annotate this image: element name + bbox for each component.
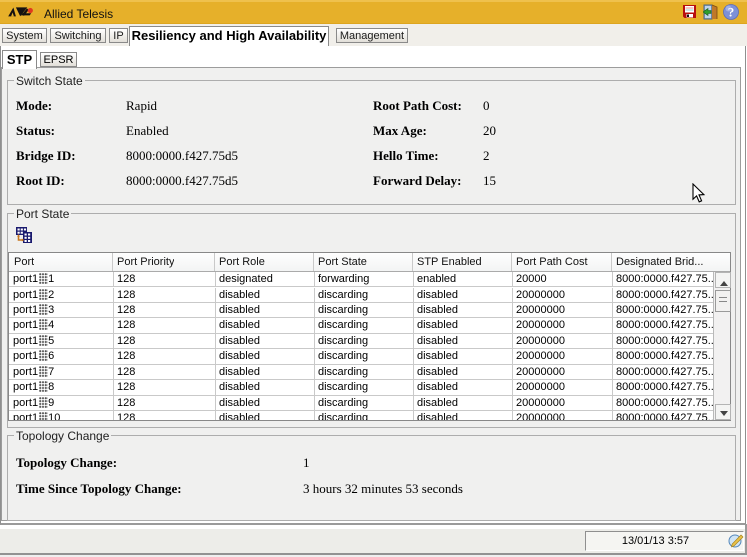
svg-text:?: ? xyxy=(728,5,735,20)
